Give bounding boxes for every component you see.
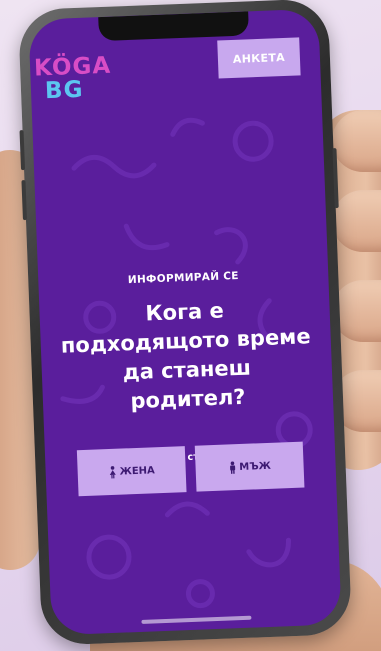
male-label: МЪЖ	[239, 460, 272, 473]
scene: KÖGA BG АНКЕТА ИНФОРМИРАЙ СЕ Кога е подх…	[0, 0, 381, 651]
page-title: Кога е подходящото време да станеш родит…	[60, 298, 312, 414]
male-button[interactable]: МЪЖ	[194, 441, 305, 492]
logo-line-2: BG	[44, 76, 84, 105]
finger	[332, 190, 381, 252]
volume-down-button	[21, 180, 27, 221]
volume-up-button	[19, 130, 26, 171]
female-figure-icon	[109, 465, 116, 478]
phone-screen: KÖGA BG АНКЕТА ИНФОРМИРАЙ СЕ Кога е подх…	[28, 8, 342, 636]
main-content: ИНФОРМИРАЙ СЕ Кога е подходящото време д…	[38, 266, 335, 468]
koga-bg-logo: KÖGA BG	[34, 53, 112, 128]
survey-button[interactable]: АНКЕТА	[217, 37, 301, 79]
female-button[interactable]: ЖЕНА	[76, 446, 187, 497]
finger	[332, 110, 381, 172]
male-figure-icon	[229, 460, 235, 474]
female-label: ЖЕНА	[119, 464, 155, 478]
phone: KÖGA BG АНКЕТА ИНФОРМИРАЙ СЕ Кога е подх…	[17, 0, 353, 646]
